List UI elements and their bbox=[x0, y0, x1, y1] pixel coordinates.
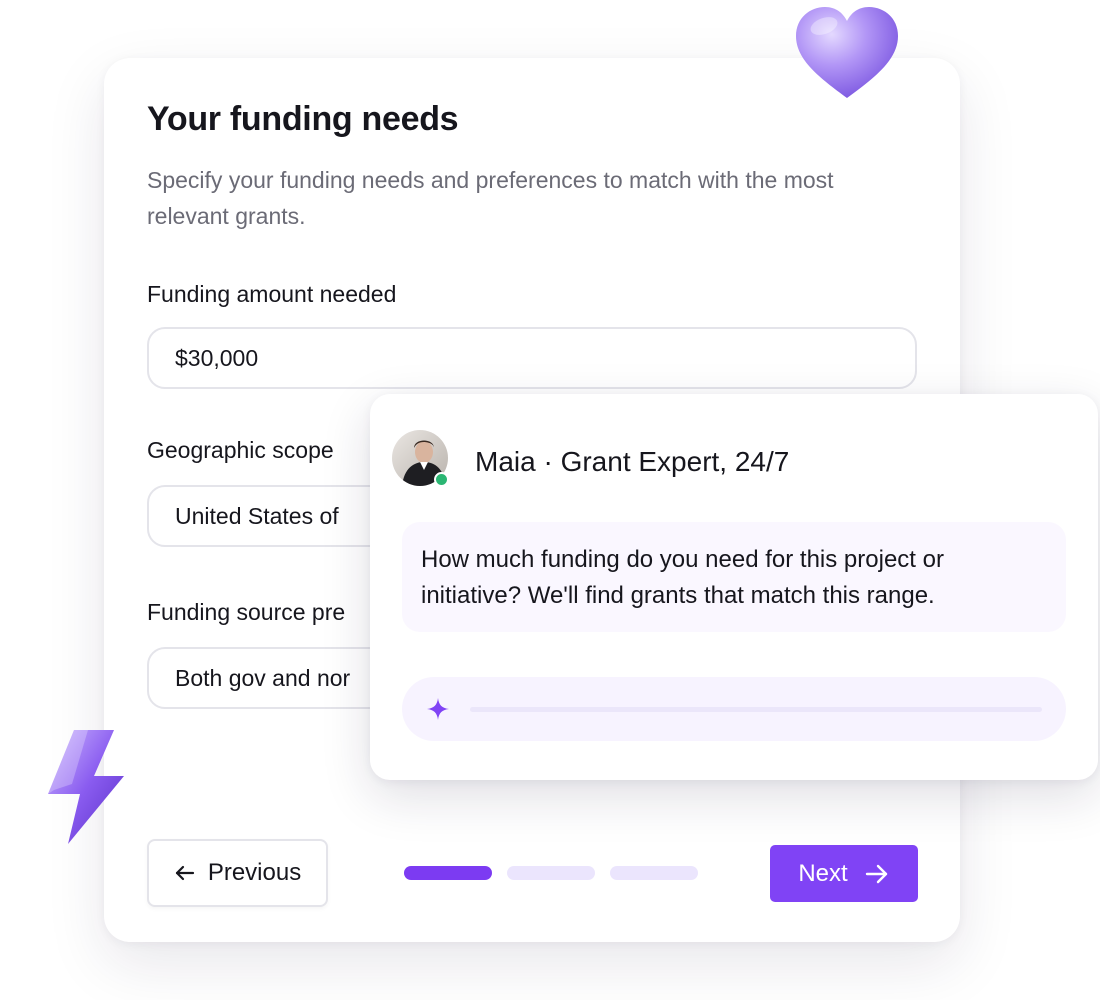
page-title: Your funding needs bbox=[147, 100, 459, 138]
chat-input-placeholder-bar bbox=[470, 707, 1042, 712]
assistant-name: Maia · Grant Expert, 24/7 bbox=[475, 446, 790, 477]
funding-amount-input[interactable]: $30,000 bbox=[147, 327, 917, 389]
next-button-label: Next bbox=[798, 859, 848, 887]
funding-source-label: Funding source pre bbox=[147, 599, 346, 625]
chat-input[interactable] bbox=[402, 677, 1066, 741]
previous-button-label: Previous bbox=[207, 859, 302, 886]
funding-amount-label: Funding amount needed bbox=[147, 281, 397, 307]
next-button[interactable]: Next bbox=[770, 845, 918, 902]
progress-step-1 bbox=[404, 866, 492, 880]
progress-step-2 bbox=[507, 866, 595, 880]
heart-icon bbox=[796, 7, 898, 98]
sparkle-icon bbox=[427, 698, 449, 720]
page-description: Specify your funding needs and preferenc… bbox=[147, 167, 834, 229]
avatar bbox=[392, 430, 449, 487]
assistant-message: How much funding do you need for this pr… bbox=[402, 522, 1066, 632]
previous-button[interactable]: Previous bbox=[147, 839, 328, 907]
arrow-left-icon bbox=[174, 862, 196, 884]
arrow-right-icon bbox=[864, 861, 890, 887]
geographic-scope-label: Geographic scope bbox=[147, 437, 334, 463]
progress-step-3 bbox=[610, 866, 698, 880]
step-progress bbox=[404, 866, 698, 880]
assistant-chat-card: Maia · Grant Expert, 24/7 How much fundi… bbox=[370, 394, 1098, 780]
online-status-indicator bbox=[434, 472, 449, 487]
stage: Your funding needs Specify your funding … bbox=[0, 0, 1100, 1000]
lightning-bolt-icon bbox=[48, 730, 124, 844]
